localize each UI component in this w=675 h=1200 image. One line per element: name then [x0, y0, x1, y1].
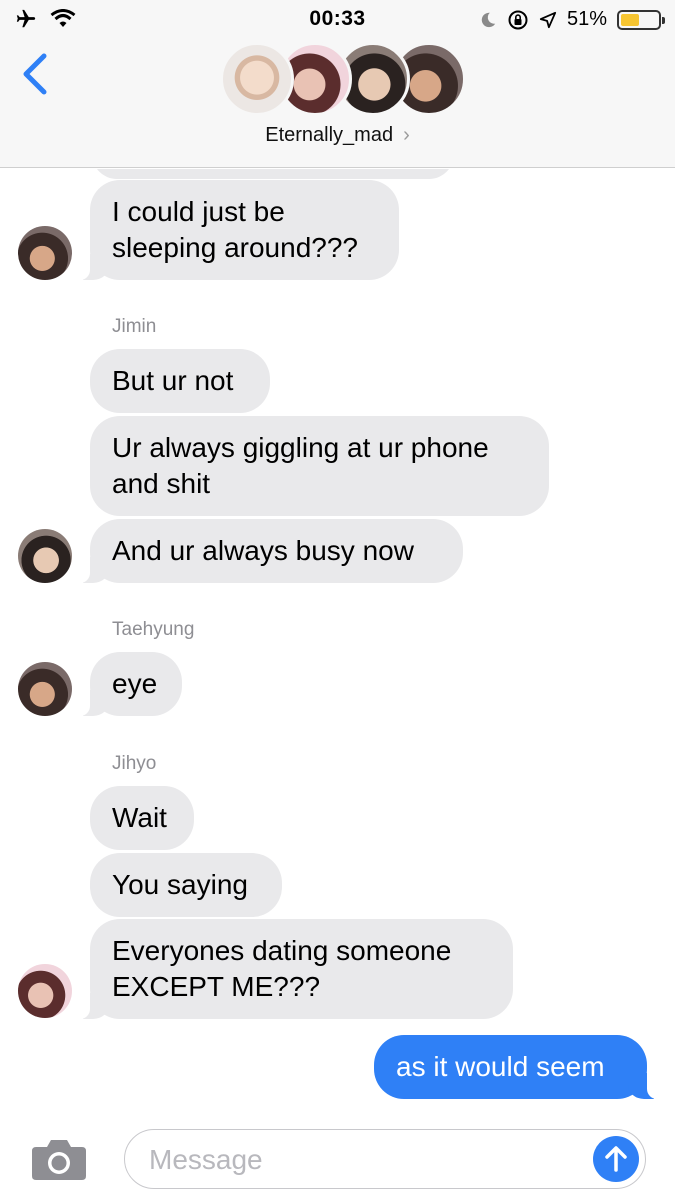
avatar-jimin — [18, 529, 72, 583]
message-bubble: I could just be sleeping around??? — [76, 180, 399, 280]
battery-icon — [617, 9, 665, 30]
avatar-taehyung — [18, 662, 72, 716]
message-bubble: Everyones dating someone EXCEPT ME??? — [76, 919, 513, 1019]
message-text: Everyones dating someone EXCEPT ME??? — [112, 935, 452, 1002]
message-input-field[interactable] — [124, 1129, 646, 1189]
message-bubble: Wait — [90, 786, 194, 850]
message-text: You saying — [112, 869, 248, 900]
battery-tip — [662, 16, 665, 24]
status-right: 51% — [479, 8, 665, 31]
chevron-left-icon — [23, 53, 47, 95]
moon-icon — [481, 12, 496, 27]
group-avatars[interactable] — [220, 42, 466, 118]
message-text: I could just be sleeping around??? — [112, 196, 358, 263]
message-text: Ur always giggling at ur phone and shit — [112, 432, 489, 499]
camera-button[interactable] — [30, 1137, 88, 1181]
message-bubble: But ur not — [90, 349, 270, 413]
sender-name: Jihyo — [112, 753, 157, 774]
message-text: But ur not — [112, 365, 234, 396]
battery-fill — [621, 13, 640, 26]
message-list[interactable]: I could just be sleeping around??? Jimin… — [0, 169, 675, 1119]
message-bubble: And ur always busy now — [76, 519, 463, 583]
sender-name: Taehyung — [112, 619, 195, 640]
group-name[interactable]: Eternally_mad › — [0, 124, 675, 147]
compose-bar — [0, 1119, 675, 1200]
avatar-jihyo — [18, 964, 72, 1018]
battery-percent: 51% — [566, 8, 607, 30]
message-input[interactable] — [149, 1140, 579, 1180]
message-text: And ur always busy now — [112, 535, 414, 566]
message-bubble: Ur always giggling at ur phone and shit — [90, 416, 549, 516]
location-arrow-icon — [539, 11, 557, 28]
avatar-1 — [220, 42, 294, 116]
send-button[interactable] — [593, 1136, 639, 1182]
arrow-up-icon — [605, 1146, 627, 1172]
status-bar: 00:33 51% — [0, 0, 675, 38]
message-text: as it would seem — [396, 1051, 605, 1082]
chevron-right-icon: › — [403, 124, 410, 146]
message-bubble: eye — [76, 652, 182, 716]
camera-icon — [32, 1140, 86, 1180]
sender-name: Jimin — [112, 316, 157, 337]
back-button[interactable] — [18, 52, 58, 96]
message-text: Wait — [112, 802, 167, 833]
conversation-header: Eternally_mad › — [0, 38, 675, 168]
rotation-lock-icon — [508, 10, 528, 29]
message-text: eye — [112, 668, 158, 699]
sent-message-bubble: as it would seem — [374, 1035, 661, 1099]
message-bubble-partial — [92, 169, 454, 179]
message-bubble: You saying — [90, 853, 282, 917]
avatar-taehyung — [18, 226, 72, 280]
group-name-label: Eternally_mad — [265, 124, 394, 146]
